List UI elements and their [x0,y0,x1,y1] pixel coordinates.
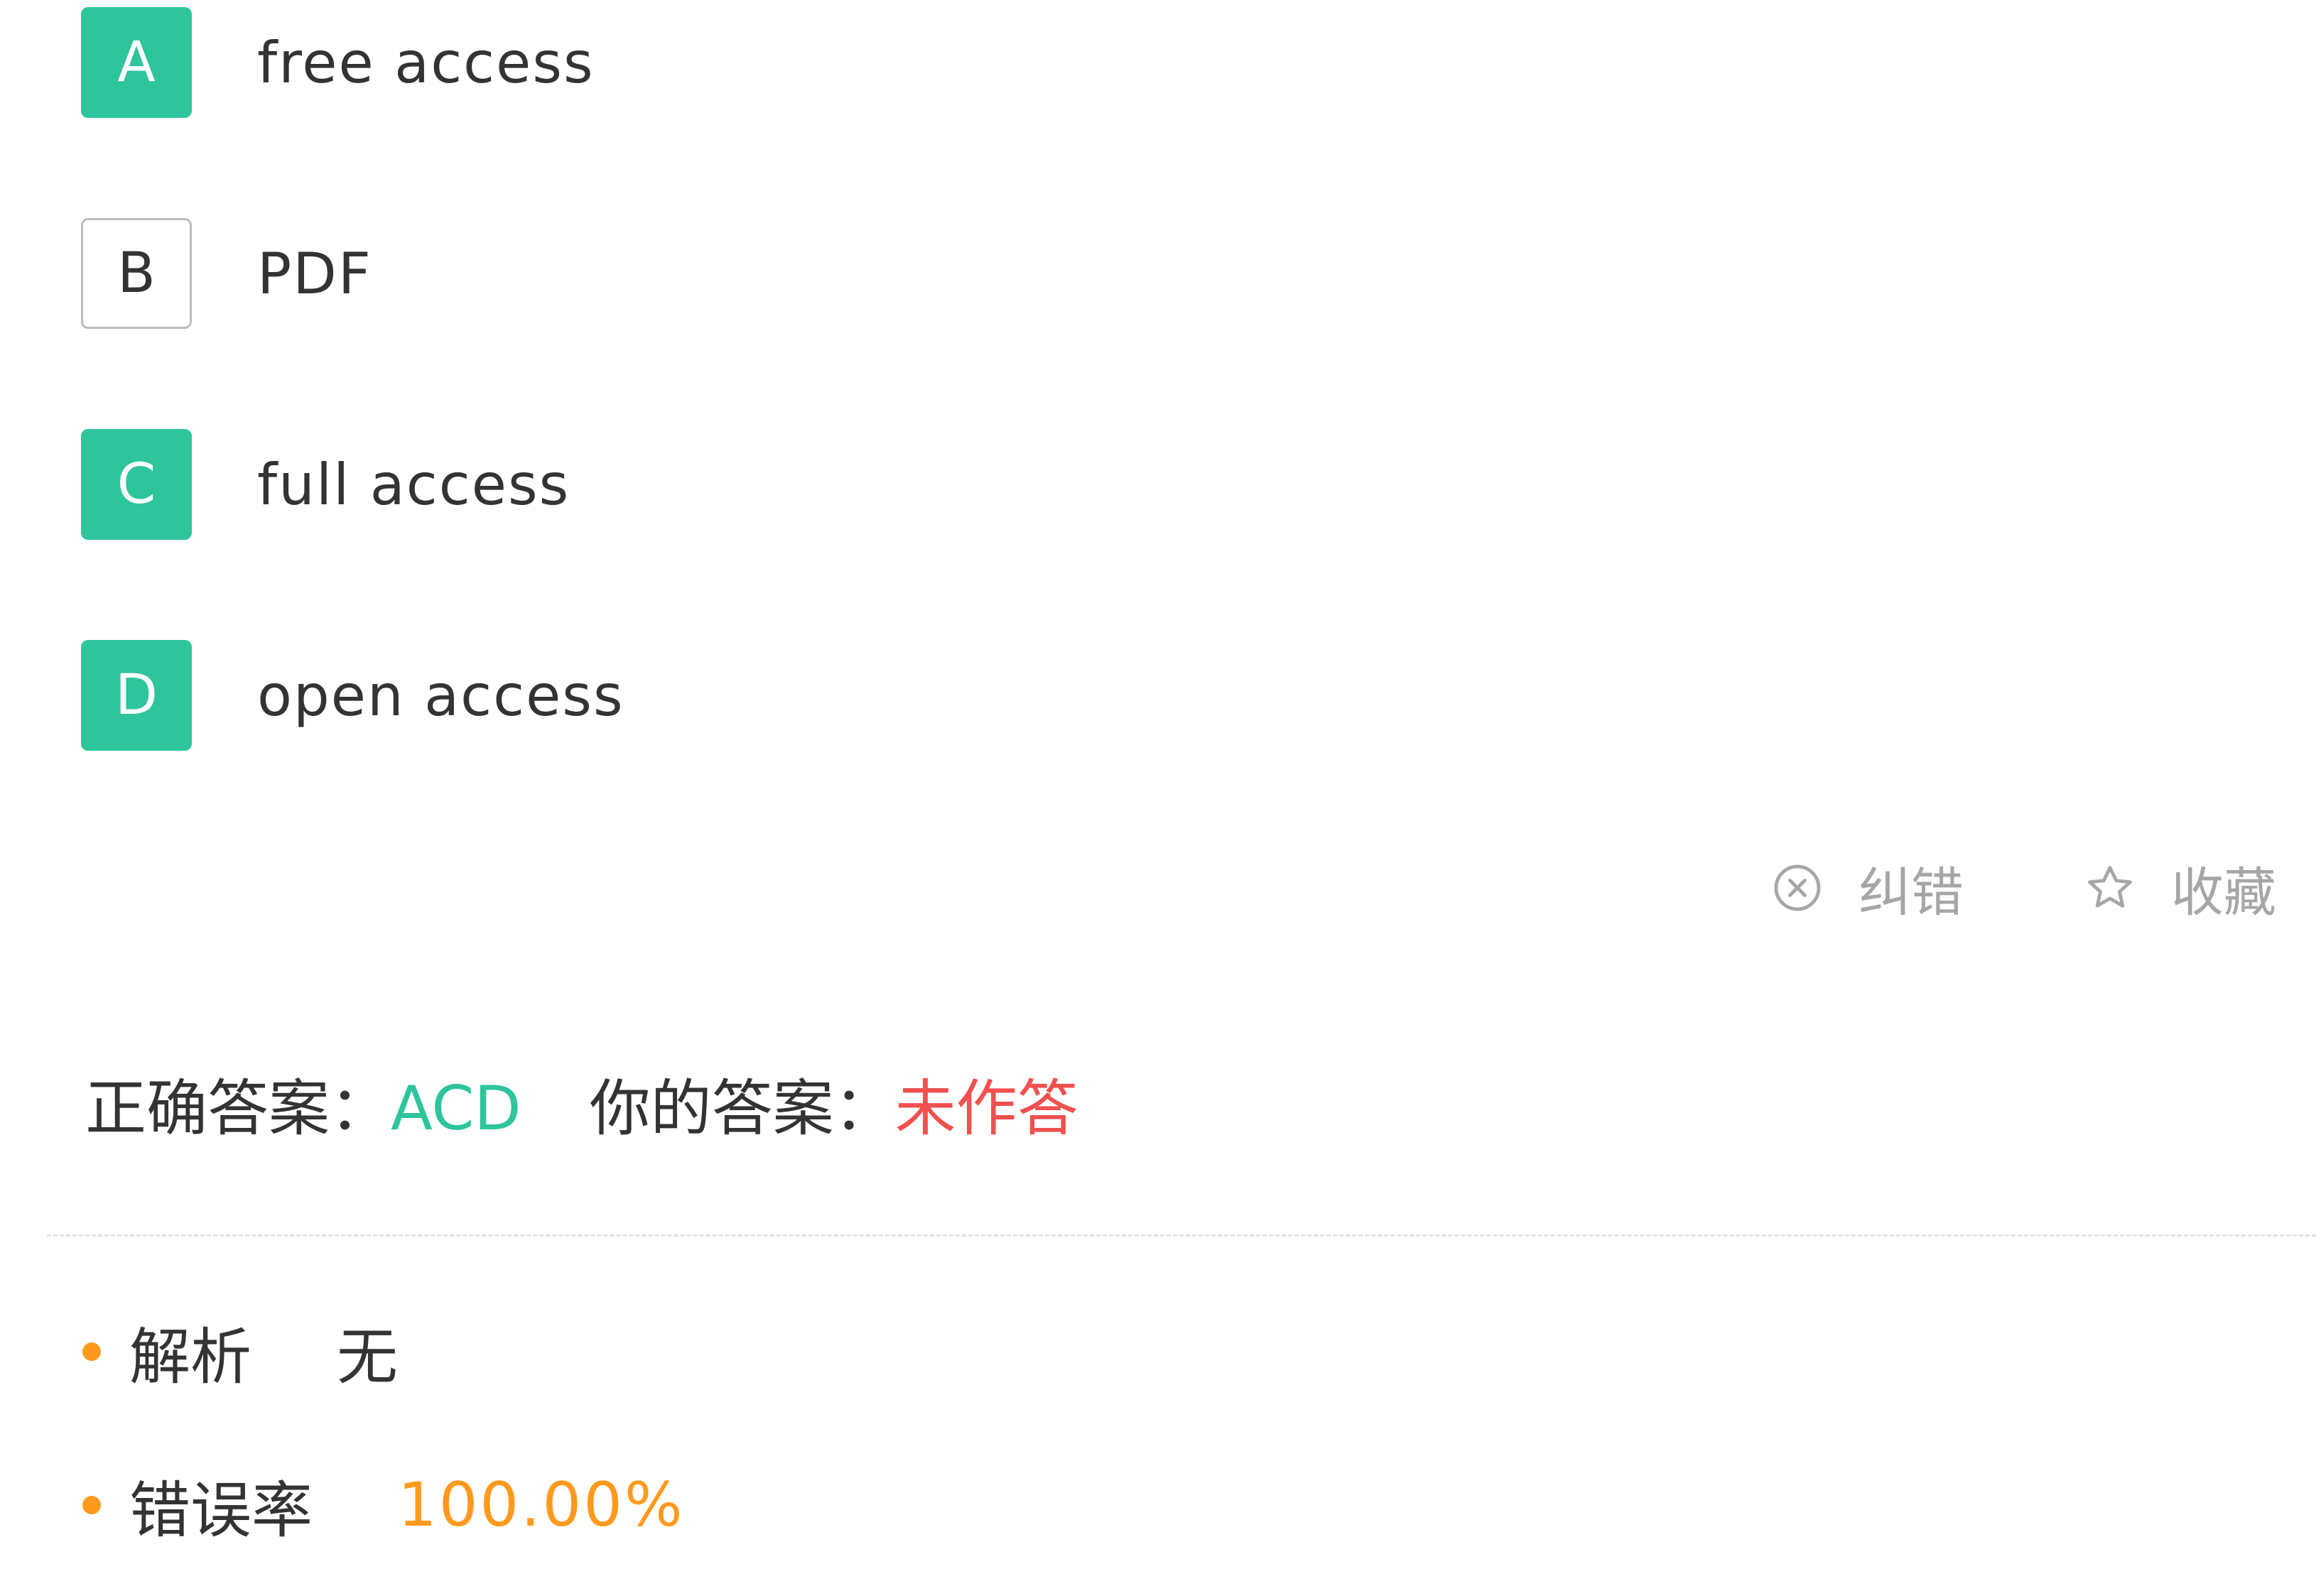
section-divider [47,1234,2316,1237]
option-text[interactable]: open access [257,663,624,729]
error-rate-row: 错误率 100.00% [82,1460,685,1549]
option-letter-box[interactable]: C [81,429,192,540]
report-error-button[interactable]: 纠错 [1772,850,1964,926]
option-d[interactable]: D open access [81,640,624,751]
report-error-label: 纠错 [1858,862,1964,923]
error-rate-value: 100.00% [398,1469,685,1541]
option-text[interactable]: PDF [257,241,372,307]
option-c[interactable]: C full access [81,429,570,540]
your-answer-value: 未作答 [894,1073,1078,1144]
bullet-dot-icon [82,1342,101,1361]
option-a[interactable]: A free access [81,7,595,118]
analysis-row: 解析 无 [82,1307,398,1396]
question-actions: 纠错 收藏 [1772,852,2276,923]
analysis-label: 解析 [129,1322,251,1393]
star-outline-icon [2088,866,2132,908]
option-text[interactable]: full access [257,452,570,518]
favorite-button[interactable]: 收藏 [2084,850,2276,926]
option-letter-box[interactable]: A [81,7,192,118]
your-answer-label: 你的答案： [589,1073,895,1144]
option-b[interactable]: B PDF [81,218,372,329]
option-letter-box[interactable]: D [81,640,192,751]
error-rate-label: 错误率 [129,1475,313,1546]
option-text[interactable]: free access [257,30,595,96]
close-circle-icon [1774,864,1821,911]
correct-answer-value: ACD [391,1073,521,1144]
analysis-value: 无 [337,1322,398,1393]
answer-summary: 正确答案：ACD 你的答案：未作答 [85,1058,1078,1147]
favorite-label: 收藏 [2171,862,2276,923]
correct-answer-label: 正确答案： [85,1073,391,1144]
bullet-dot-icon [82,1495,101,1514]
option-letter-box[interactable]: B [81,218,192,329]
